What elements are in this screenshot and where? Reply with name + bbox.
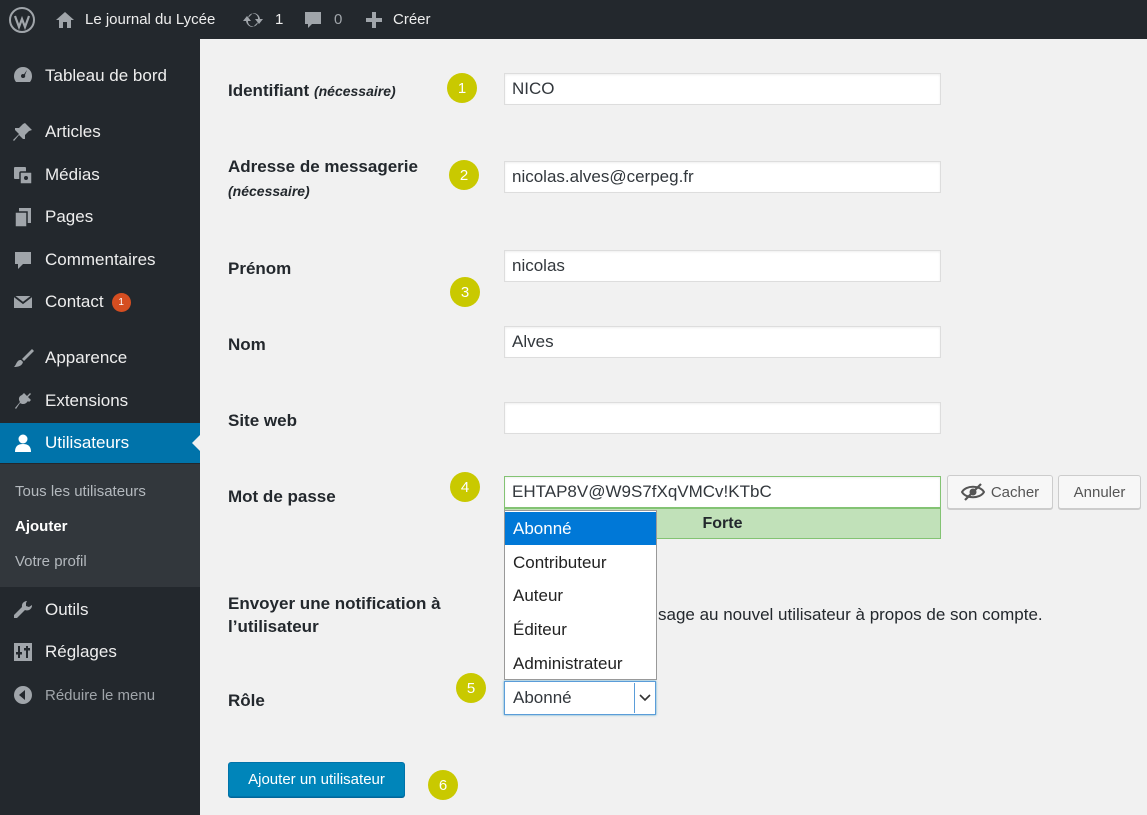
menu-label: Médias [45, 165, 100, 184]
email-label: Adresse de messagerie (nécessaire) [228, 157, 418, 199]
collapse-arrow-icon [11, 683, 35, 707]
role-option-contributor[interactable]: Contributeur [505, 546, 656, 579]
menu-label: Utilisateurs [45, 433, 130, 452]
pushpin-icon [11, 120, 35, 144]
chevron-down-icon [634, 683, 654, 713]
hide-label: Cacher [990, 483, 1040, 501]
menu-label: Pages [45, 207, 94, 226]
comment-icon [11, 248, 35, 272]
home-icon [55, 11, 75, 29]
mail-icon [11, 290, 35, 314]
brush-icon [11, 346, 35, 370]
comments-count: 0 [334, 11, 343, 28]
role-dropdown-list: Abonné Contributeur Auteur Éditeur Admin… [504, 510, 657, 680]
step-marker-3: 3 [450, 277, 480, 307]
menu-label: Apparence [45, 348, 128, 367]
updates-count: 1 [275, 11, 284, 28]
plus-icon [365, 11, 383, 29]
menu-articles[interactable]: Articles [0, 112, 200, 152]
step-marker-5: 5 [456, 673, 486, 703]
add-user-button[interactable]: Ajouter un utilisateur [228, 762, 405, 797]
notify-label: Envoyer une notification à l’utilisateur [228, 594, 441, 636]
role-option-subscriber[interactable]: Abonné [505, 512, 656, 545]
cancel-password-button[interactable]: Annuler [1058, 475, 1141, 509]
submenu-your-profile[interactable]: Votre profil [15, 553, 87, 570]
menu-settings[interactable]: Réglages [0, 632, 200, 672]
step-marker-4: 4 [450, 472, 480, 502]
menu-users[interactable]: Utilisateurs [0, 423, 200, 463]
site-name-link[interactable]: Le journal du Lycée [55, 0, 215, 39]
menu-contact[interactable]: Contact 1 [0, 282, 200, 322]
role-option-author[interactable]: Auteur [505, 579, 656, 612]
role-option-editor[interactable]: Éditeur [505, 613, 656, 646]
wordpress-logo-icon[interactable] [9, 0, 35, 39]
collapse-label: Réduire le menu [45, 686, 156, 704]
lastname-label: Nom [228, 335, 266, 354]
site-name: Le journal du Lycée [85, 11, 216, 28]
role-label: Rôle [228, 691, 265, 710]
menu-label: Extensions [45, 391, 129, 410]
new-content-link[interactable]: Créer [365, 0, 431, 39]
plugin-icon [11, 389, 35, 413]
updates-icon [242, 10, 264, 30]
submenu-all-users[interactable]: Tous les utilisateurs [15, 483, 146, 500]
menu-label: Contact [45, 291, 104, 311]
comments-link[interactable]: 0 [303, 0, 342, 39]
menu-extensions[interactable]: Extensions [0, 381, 200, 421]
role-selected-value: Abonné [513, 688, 572, 707]
menu-label: Réglages [45, 642, 117, 661]
role-option-administrator[interactable]: Administrateur [505, 647, 656, 680]
role-select[interactable]: Abonné [504, 681, 656, 715]
menu-dashboard[interactable]: Tableau de bord [0, 56, 200, 96]
website-input[interactable] [504, 402, 941, 434]
wrench-icon [11, 598, 35, 622]
menu-label: Tableau de bord [45, 66, 167, 85]
menu-label: Articles [45, 122, 101, 141]
menu-appearance[interactable]: Apparence [0, 338, 200, 378]
menu-label: Commentaires [45, 250, 156, 269]
eye-hidden-icon [960, 483, 985, 501]
email-input[interactable]: nicolas.alves@cerpeg.fr [504, 161, 941, 193]
menu-label: Outils [45, 600, 89, 619]
step-marker-6: 6 [428, 770, 458, 800]
menu-media[interactable]: Médias [0, 155, 200, 195]
menu-tools[interactable]: Outils [0, 590, 200, 630]
users-submenu: Tous les utilisateurs Ajouter Votre prof… [0, 464, 200, 587]
settings-icon [11, 640, 35, 664]
admin-sidebar: Tableau de bord Articles Médias Pages Co… [0, 39, 200, 815]
dashboard-icon [11, 64, 35, 88]
updates-link[interactable]: 1 [242, 0, 283, 39]
menu-pages[interactable]: Pages [0, 197, 200, 237]
website-label: Site web [228, 411, 297, 430]
submenu-add-new[interactable]: Ajouter [15, 518, 68, 535]
firstname-input[interactable]: nicolas [504, 250, 941, 282]
media-icon [11, 163, 35, 187]
collapse-menu-button[interactable]: Réduire le menu [0, 675, 200, 715]
menu-comments[interactable]: Commentaires [0, 240, 200, 280]
comment-bubble-icon [303, 10, 323, 30]
step-marker-2: 2 [449, 160, 479, 190]
username-label: Identifiant (nécessaire) [228, 81, 396, 100]
username-input[interactable]: NICO [504, 73, 941, 105]
notify-description: sage au nouvel utilisateur à propos de s… [658, 605, 1043, 624]
password-label: Mot de passe [228, 487, 336, 506]
hide-password-button[interactable]: Cacher [947, 475, 1053, 509]
step-marker-1: 1 [447, 73, 477, 103]
new-label: Créer [393, 11, 431, 28]
lastname-input[interactable]: Alves [504, 326, 941, 358]
firstname-label: Prénom [228, 259, 292, 278]
contact-count-badge: 1 [111, 293, 131, 312]
admin-bar: Le journal du Lycée 1 0 Créer [0, 0, 1147, 39]
password-input[interactable]: EHTAP8V@W9S7fXqVMCv!KTbC [504, 476, 941, 508]
user-icon [11, 431, 35, 455]
pages-icon [11, 205, 35, 229]
